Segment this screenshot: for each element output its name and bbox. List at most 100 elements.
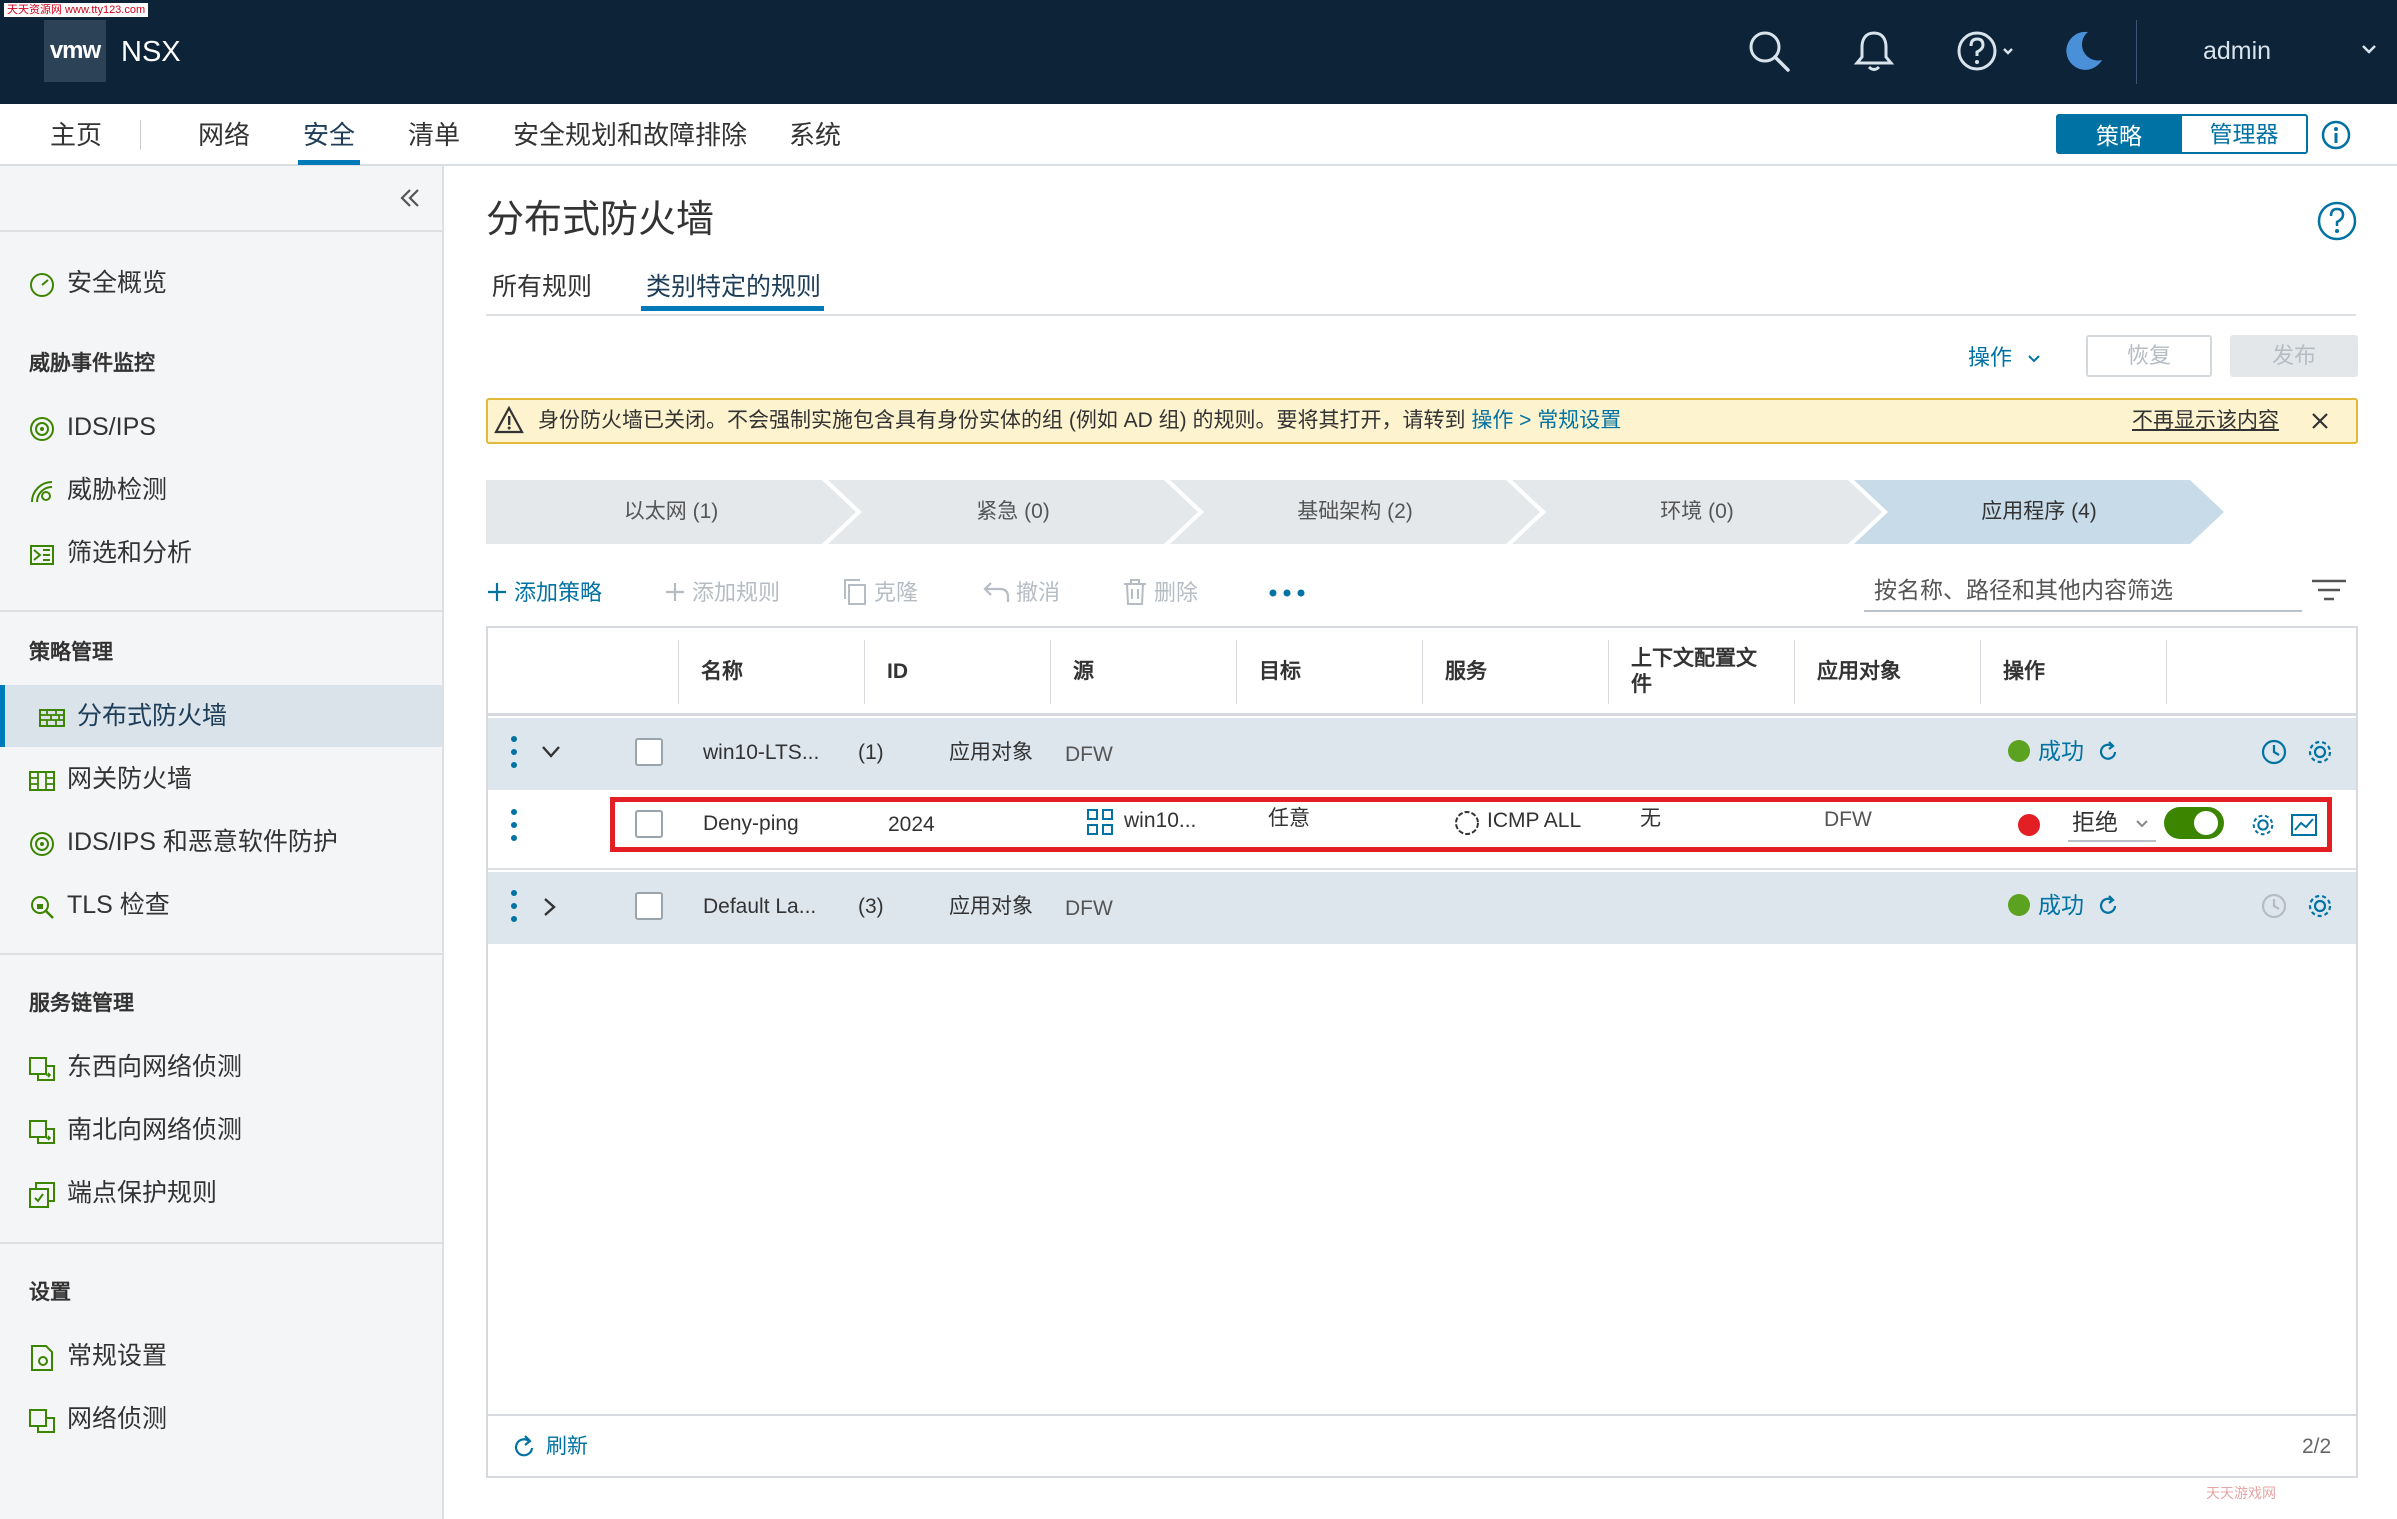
column-divider (1980, 640, 1981, 704)
policy-mode-button[interactable]: 策略 (2056, 114, 2182, 154)
column-header-action[interactable]: 操作 (2003, 628, 2045, 716)
sidebar-item-label: 筛选和分析 (67, 539, 193, 567)
row-menu-icon[interactable] (510, 735, 518, 769)
gear-icon[interactable] (2306, 738, 2334, 766)
sidebar-item-endpoint-rules[interactable]: 端点保护规则 (0, 1162, 442, 1224)
sidebar-item-label: 安全概览 (67, 269, 168, 297)
category-ethernet[interactable]: 以太网 (1) (486, 480, 856, 544)
column-header-destination[interactable]: 目标 (1259, 628, 1301, 716)
delete-button[interactable]: 删除 (1122, 576, 1198, 610)
tab-category-rules[interactable]: 类别特定的规则 (646, 270, 821, 304)
clock-icon[interactable] (2260, 738, 2288, 766)
category-emergency[interactable]: 紧急 (0) (828, 480, 1198, 544)
more-options-icon[interactable] (1268, 588, 1306, 598)
user-menu[interactable]: admin (2203, 34, 2271, 68)
filter-input[interactable] (1864, 570, 2302, 612)
sidebar-item-gateway-firewall[interactable]: 网关防火墙 (0, 748, 442, 810)
clone-button[interactable]: 克隆 (842, 576, 918, 610)
sidebar-item-ids-ips[interactable]: IDS/IPS (0, 396, 442, 458)
column-header-service[interactable]: 服务 (1445, 628, 1487, 716)
add-rule-button[interactable]: 添加规则 (664, 576, 780, 610)
sidebar-item-filter-analysis[interactable]: 筛选和分析 (0, 522, 442, 584)
actions-dropdown[interactable]: 操作 (1968, 343, 2042, 373)
manager-mode-button[interactable]: 管理器 (2182, 114, 2308, 154)
success-status-dot (2008, 740, 2030, 762)
sidebar-item-label: 端点保护规则 (67, 1179, 218, 1207)
refresh-icon[interactable] (510, 1434, 538, 1462)
chevron-right-icon[interactable] (542, 896, 558, 918)
help-menu-icon[interactable] (1956, 28, 2018, 74)
undo-button[interactable]: 撤消 (982, 576, 1060, 610)
refresh-button[interactable]: 刷新 (546, 1433, 588, 1461)
collapse-sidebar-icon[interactable] (398, 186, 422, 210)
row-menu-icon[interactable] (510, 889, 518, 923)
policy-status[interactable]: 成功 (2038, 737, 2084, 765)
column-header-id[interactable]: ID (887, 628, 908, 716)
nav-inventory[interactable]: 清单 (408, 118, 460, 152)
refresh-icon[interactable] (2096, 740, 2120, 764)
vmw-logo[interactable]: vmw (44, 20, 106, 82)
sidebar-item-network-introspection[interactable]: 网络侦测 (0, 1388, 442, 1450)
nav-home[interactable]: 主页 (50, 118, 102, 152)
alert-settings-link[interactable]: 操作 > 常规设置 (1471, 409, 1621, 432)
sidebar-item-general-settings[interactable]: 常规设置 (0, 1325, 442, 1387)
row-menu-icon[interactable] (510, 808, 518, 842)
column-header-applied-to[interactable]: 应用对象 (1817, 628, 1901, 716)
sidebar-item-distributed-firewall[interactable]: 分布式防火墙 (0, 685, 442, 747)
category-application[interactable]: 应用程序 (4) (1854, 480, 2224, 544)
column-divider (1794, 640, 1795, 704)
chevron-down-icon[interactable] (2360, 42, 2378, 56)
category-infrastructure[interactable]: 基础架构 (2) (1170, 480, 1540, 544)
sidebar-section-policy: 策略管理 (29, 641, 113, 664)
trash-icon (1124, 579, 1146, 605)
dark-mode-icon[interactable] (2060, 28, 2106, 74)
policy-applied-to-value[interactable]: DFW (1065, 895, 1113, 923)
close-icon[interactable] (2310, 411, 2330, 431)
category-label: 紧急 (0) (976, 500, 1050, 523)
introspection-icon (29, 1057, 55, 1081)
column-divider (1422, 640, 1423, 704)
search-icon[interactable] (1746, 28, 1792, 74)
filter-icon[interactable] (2310, 578, 2348, 602)
bell-icon[interactable] (1851, 28, 1897, 74)
sidebar-item-ew-introspection[interactable]: 东西向网络侦测 (0, 1036, 442, 1098)
sidebar-item-threat-detection[interactable]: 威胁检测 (0, 459, 442, 521)
tab-all-rules[interactable]: 所有规则 (492, 270, 592, 304)
policy-status[interactable]: 成功 (2038, 891, 2084, 919)
column-header-source[interactable]: 源 (1073, 628, 1094, 716)
alert-dismiss-link[interactable]: 不再显示该内容 (2132, 404, 2279, 438)
column-header-context-profile[interactable]: 上下文配置文件 (1631, 628, 1771, 716)
sidebar-item-ns-introspection[interactable]: 南北向网络侦测 (0, 1099, 442, 1161)
sidebar-item-security-overview[interactable]: 安全概览 (0, 252, 442, 314)
alert-message: 身份防火墙已关闭。不会强制实施包含具有身份实体的组 (例如 AD 组) 的规则。… (538, 404, 1621, 438)
gear-icon[interactable] (2306, 892, 2334, 920)
nav-security[interactable]: 安全 (303, 118, 355, 152)
copy-icon (844, 579, 866, 605)
publish-button[interactable]: 发布 (2230, 335, 2358, 377)
undo-icon (983, 582, 1010, 602)
revert-button[interactable]: 恢复 (2086, 335, 2212, 377)
info-icon[interactable] (2320, 119, 2352, 151)
category-environment[interactable]: 环境 (0) (1512, 480, 1882, 544)
plus-icon (488, 583, 506, 601)
page-title: 分布式防火墙 (486, 199, 715, 241)
nav-active-indicator (298, 160, 360, 165)
add-policy-button[interactable]: 添加策略 (486, 576, 602, 610)
refresh-icon[interactable] (2096, 894, 2120, 918)
help-icon[interactable] (2316, 200, 2358, 242)
sidebar-item-tls-inspection[interactable]: TLS 检查 (0, 874, 442, 936)
row-checkbox[interactable] (635, 892, 663, 920)
sidebar-divider (0, 230, 442, 232)
row-checkbox[interactable] (635, 738, 663, 766)
nav-networking[interactable]: 网络 (198, 118, 250, 152)
chevron-down-icon[interactable] (540, 744, 562, 760)
sidebar-item-ids-malware[interactable]: IDS/IPS 和恶意软件防护 (0, 811, 442, 873)
radar-icon (31, 481, 53, 503)
nav-system[interactable]: 系统 (789, 118, 841, 152)
nav-plan-troubleshoot[interactable]: 安全规划和故障排除 (513, 118, 747, 152)
column-header-name[interactable]: 名称 (701, 628, 743, 716)
success-status-dot (2008, 894, 2030, 916)
policy-applied-to-value[interactable]: DFW (1065, 741, 1113, 769)
page-count: 2/2 (2302, 1435, 2332, 1458)
policy-rule-count: (3) (858, 895, 884, 918)
